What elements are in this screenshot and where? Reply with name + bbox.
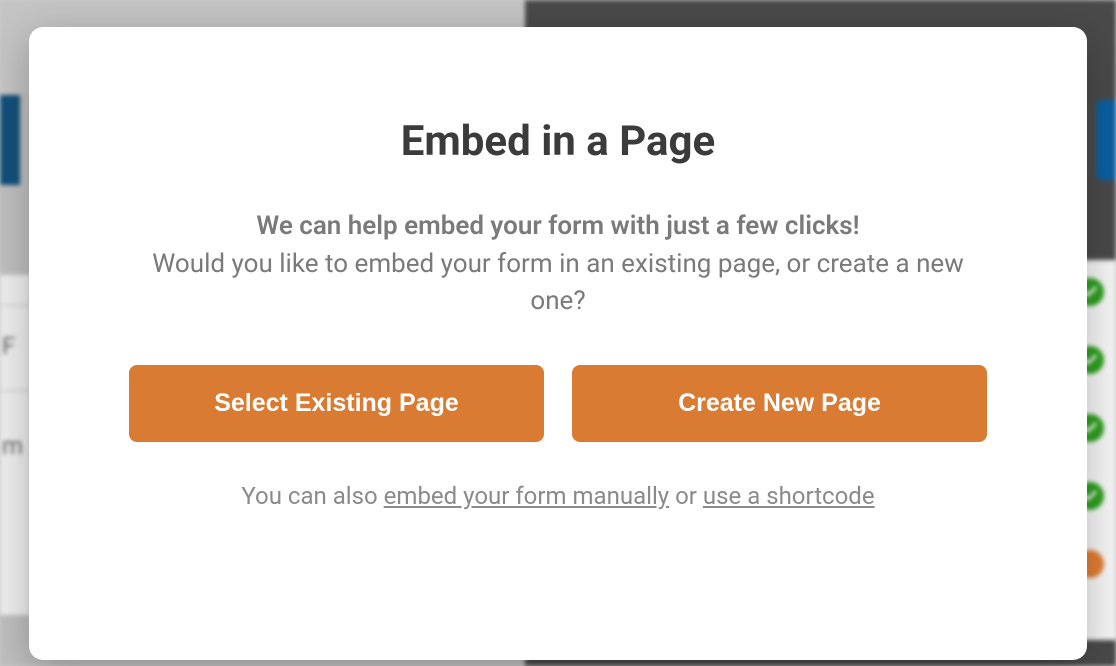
modal-title: Embed in a Page bbox=[129, 117, 987, 166]
modal-footer-text: You can also embed your form manually or… bbox=[129, 482, 987, 510]
bg-divider bbox=[0, 390, 30, 391]
footer-mid: or bbox=[669, 482, 703, 510]
bg-right-button bbox=[1096, 100, 1116, 180]
modal-sub-text: Would you like to embed your form in an … bbox=[129, 246, 987, 321]
modal-lead-text: We can help embed your form with just a … bbox=[129, 208, 987, 246]
use-shortcode-link[interactable]: use a shortcode bbox=[703, 482, 875, 510]
embed-modal: Embed in a Page We can help embed your f… bbox=[29, 27, 1087, 660]
bg-divider bbox=[0, 305, 30, 306]
create-new-page-button[interactable]: Create New Page bbox=[572, 365, 987, 442]
footer-prefix: You can also bbox=[241, 482, 383, 510]
bg-left-bluebar bbox=[0, 95, 20, 185]
embed-manually-link[interactable]: embed your form manually bbox=[384, 482, 669, 510]
select-existing-page-button[interactable]: Select Existing Page bbox=[129, 365, 544, 442]
bg-text-fragment: F bbox=[2, 332, 15, 360]
modal-button-row: Select Existing Page Create New Page bbox=[129, 365, 987, 442]
bg-text-fragment: m bbox=[2, 432, 23, 460]
